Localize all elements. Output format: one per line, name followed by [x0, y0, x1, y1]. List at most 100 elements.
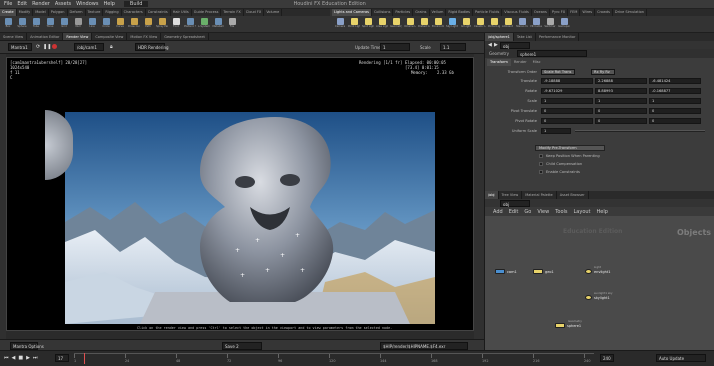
render-viewport[interactable]: [cam1mantra1ubershelf] 28/28[27] 1024x54…: [6, 57, 474, 331]
param-field-pivot-translate-x[interactable]: 0: [541, 108, 593, 114]
back-arrow-icon[interactable]: ◀: [488, 42, 492, 48]
rendered-image[interactable]: + + + + + + +: [65, 112, 435, 324]
timeline-ruler[interactable]: 1 24 48 72 96 120 144 168 192 216 240: [74, 353, 594, 364]
network-menu-view[interactable]: View: [537, 209, 549, 215]
snapshot-field[interactable]: Save 2: [222, 341, 262, 350]
shelf-tool-curve[interactable]: Curve: [114, 17, 126, 32]
tab-tree-view[interactable]: Tree View: [499, 191, 523, 199]
tab-asset-browser[interactable]: Asset Browser: [557, 191, 589, 199]
end-frame-field[interactable]: 240: [600, 354, 614, 362]
node-envlight1[interactable]: envlight1 Light: [585, 265, 610, 274]
pause-icon[interactable]: ❚❚: [43, 44, 51, 50]
param-field-pivot-rotate-z[interactable]: 0: [649, 118, 701, 124]
network-menu-add[interactable]: Add: [493, 209, 503, 215]
rotate-order-select[interactable]: Rx Ry Rz: [591, 69, 615, 75]
shelf-tab-particles[interactable]: Particles: [393, 9, 414, 16]
node-sphere1[interactable]: sphere1 Geometry: [555, 319, 582, 328]
shelf-tool-platonic-solids[interactable]: Platonic Solids: [184, 17, 196, 32]
param-field-pivot-translate-y[interactable]: 0: [595, 108, 647, 114]
shelf-tab-crowds[interactable]: Crowds: [595, 9, 613, 16]
tab-geometry-spreadsheet[interactable]: Geometry Spreadsheet: [161, 33, 209, 40]
shelf-tab-viscous-fluids[interactable]: Viscous Fluids: [502, 9, 532, 16]
timeline-playhead[interactable]: [84, 353, 85, 364]
network-menu-go[interactable]: Go: [524, 209, 531, 215]
network-menu-help[interactable]: Help: [597, 209, 608, 215]
shelf-tab-create[interactable]: Create: [0, 9, 17, 16]
play-icon[interactable]: ▶: [26, 355, 30, 361]
shelf-tab-fem[interactable]: FEM: [568, 9, 581, 16]
shelf-tab-constraints[interactable]: Constraints: [146, 9, 171, 16]
shelf-tool-volume-light[interactable]: Volume Light: [404, 17, 416, 32]
child-compensation-checkbox[interactable]: [539, 162, 543, 166]
forward-arrow-icon[interactable]: ▶: [494, 42, 498, 48]
param-field-pivot-rotate-x[interactable]: 0: [541, 118, 593, 124]
menu-file[interactable]: File: [4, 1, 12, 7]
node-name-field[interactable]: sphere1: [517, 50, 587, 57]
shelf-tab-wires[interactable]: Wires: [580, 9, 596, 16]
shelf-tab-particle-fluids[interactable]: Particle Fluids: [473, 9, 503, 16]
menu-edit[interactable]: Edit: [17, 1, 27, 7]
param-field-scale-z[interactable]: 1: [649, 98, 701, 104]
menu-help[interactable]: Help: [103, 1, 114, 7]
tab-take-list[interactable]: Take List: [514, 33, 536, 41]
network-menu-tools[interactable]: Tools: [555, 209, 567, 215]
shelf-tool-portal-light[interactable]: Portal Light: [488, 17, 500, 32]
scale-field[interactable]: 1.1: [440, 43, 466, 51]
tab-param-sphere[interactable]: /obj/sphere1: [485, 33, 514, 41]
shelf-tool-tube[interactable]: Tube: [30, 17, 42, 32]
network-view[interactable]: /obj Tree View Material Palette Asset Br…: [484, 191, 714, 350]
menu-windows[interactable]: Windows: [76, 1, 98, 7]
shelf-tool-path[interactable]: Path: [142, 17, 154, 32]
uniform-scale-slider[interactable]: [575, 130, 705, 132]
tab-material-palette[interactable]: Material Palette: [522, 191, 557, 199]
shelf-tool-geometry-light[interactable]: Geometry Light: [390, 17, 402, 32]
param-field-scale-y[interactable]: 1: [595, 98, 647, 104]
shelf-tab-collisions[interactable]: Collisions: [372, 9, 394, 16]
stop-icon[interactable]: [52, 44, 57, 49]
shelf-tab-hair-utils[interactable]: Hair Utils: [171, 9, 192, 16]
shelf-tool-line[interactable]: Line: [86, 17, 98, 32]
shelf-tab-characters[interactable]: Characters: [122, 9, 146, 16]
shelf-tab-guide-process[interactable]: Guide Process: [192, 9, 222, 16]
output-path-field[interactable]: $HIP/render/$HIPNAME.$F4.exr: [380, 341, 468, 350]
tab-animation-editor[interactable]: Animation Editor: [27, 33, 64, 40]
camera-select[interactable]: /obj/cam1: [74, 43, 104, 51]
shelf-tab-terrain-fx[interactable]: Terrain FX: [221, 9, 244, 16]
refresh-icon[interactable]: ⟳: [36, 44, 40, 50]
subtab-transform[interactable]: Transform: [487, 59, 511, 66]
shelf-tab-vellum[interactable]: Vellum: [430, 9, 447, 16]
shelf-tool-stereo-camera[interactable]: Stereo Camera: [516, 17, 528, 32]
shelf-tool-vr-camera[interactable]: VR Camera: [530, 17, 542, 32]
network-menu-layout[interactable]: Layout: [574, 209, 591, 215]
shelf-tool-environment-light[interactable]: Environment Light: [432, 17, 444, 32]
shelf-tab-volume[interactable]: Volume: [264, 9, 283, 16]
shelf-tab-oceans[interactable]: Oceans: [532, 9, 550, 16]
tab-composite-view[interactable]: Composite View: [92, 33, 128, 40]
tab-motion-fx-view[interactable]: Motion FX View: [127, 33, 162, 40]
param-field-rotate-x[interactable]: -9.671029: [541, 88, 593, 94]
shelf-tab-modify[interactable]: Modify: [17, 9, 34, 16]
shelf-tool-null[interactable]: Null: [72, 17, 84, 32]
shelf-tab-rigid-bodies[interactable]: Rigid Bodies: [446, 9, 474, 16]
shelf-tool-caustic-light[interactable]: Caustic Light: [474, 17, 486, 32]
param-field-rotate-y[interactable]: 8.88993: [595, 88, 647, 94]
shelf-tool-box[interactable]: Box: [2, 17, 14, 32]
subtab-misc[interactable]: Misc: [530, 59, 544, 66]
jump-end-icon[interactable]: ⏭: [33, 355, 38, 361]
param-field-scale-x[interactable]: 1: [541, 98, 593, 104]
param-field-rotate-z[interactable]: -0.168877: [649, 88, 701, 94]
param-field-translate-x[interactable]: -9.18888: [541, 78, 593, 84]
shelf-tool-draw-curve[interactable]: Draw Curve: [128, 17, 140, 32]
stop-playback-icon[interactable]: ■: [18, 355, 23, 361]
shelf-tab-deform[interactable]: Deform: [68, 9, 86, 16]
network-menu-edit[interactable]: Edit: [509, 209, 519, 215]
shelf-tab-polygon[interactable]: Polygon: [49, 9, 68, 16]
tab-render-view[interactable]: Render View: [63, 33, 93, 40]
param-field-translate-y[interactable]: 2.26888: [595, 78, 647, 84]
shelf-tool-spray-paint[interactable]: Spray Paint: [156, 17, 168, 32]
param-field-pivot-translate-z[interactable]: 0: [649, 108, 701, 114]
tab-network-obj[interactable]: /obj: [485, 191, 499, 199]
tab-scene-view[interactable]: Scene View: [0, 33, 28, 40]
shelf-tool-l-system[interactable]: L-System: [198, 17, 210, 32]
param-field-pivot-rotate-y[interactable]: 0: [595, 118, 647, 124]
